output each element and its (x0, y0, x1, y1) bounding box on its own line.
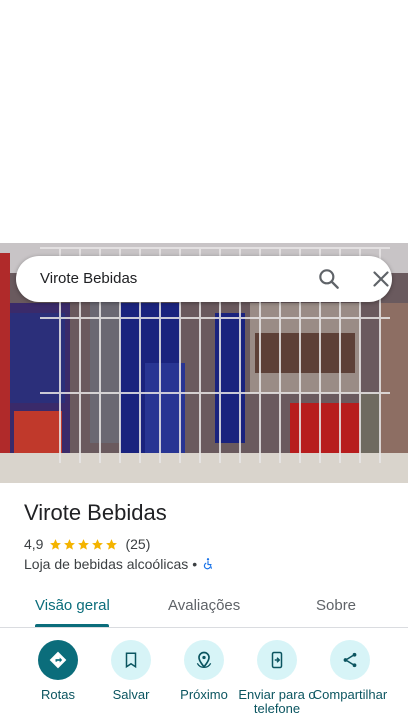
nearby-circle (184, 640, 224, 680)
directions-icon (49, 651, 67, 669)
nearby-icon (196, 651, 212, 669)
save-label: Salvar (112, 687, 150, 702)
bookmark-icon (125, 652, 137, 669)
save-circle (111, 640, 151, 680)
star-icon (78, 538, 90, 550)
send-to-phone-circle (257, 640, 297, 680)
wheelchair-accessible-icon (204, 558, 213, 570)
map-area-blank (0, 0, 408, 243)
place-category: Loja de bebidas alcoólicas (24, 556, 189, 572)
send-to-phone-button[interactable]: Enviar para o telefone (237, 640, 317, 716)
share-label: Compartilhar (312, 687, 388, 702)
share-button[interactable]: Compartilhar (310, 640, 390, 702)
directions-label: Rotas (41, 687, 75, 702)
tab-bar: Visão geral Avaliações Sobre (0, 585, 408, 628)
rating-row[interactable]: 4,9 (25) (24, 536, 150, 552)
star-icon (92, 538, 104, 550)
star-icon (50, 538, 62, 550)
tab-about[interactable]: Sobre (316, 597, 356, 614)
share-circle (330, 640, 370, 680)
share-icon (343, 652, 357, 668)
rating-value: 4,9 (24, 536, 44, 552)
search-input[interactable]: Virote Bebidas (40, 256, 137, 302)
directions-button[interactable]: Rotas (18, 640, 98, 702)
review-count[interactable]: (25) (125, 536, 150, 552)
tab-overview[interactable]: Visão geral (35, 597, 110, 614)
send-to-phone-icon (271, 651, 283, 669)
search-bar[interactable]: Virote Bebidas (16, 256, 392, 302)
star-rating (49, 538, 119, 551)
directions-circle (38, 640, 78, 680)
nearby-label: Próximo (180, 687, 228, 702)
active-tab-indicator (35, 624, 109, 627)
search-icon[interactable] (316, 266, 342, 292)
separator: • (192, 556, 198, 572)
close-icon[interactable] (368, 266, 394, 292)
star-icon (64, 538, 76, 550)
place-title: Virote Bebidas (24, 500, 167, 525)
category-row: Loja de bebidas alcoólicas • (24, 556, 215, 572)
send-to-phone-label: Enviar para o telefone (238, 687, 316, 716)
star-icon (106, 538, 118, 550)
save-button[interactable]: Salvar (91, 640, 171, 702)
tab-reviews[interactable]: Avaliações (168, 597, 240, 614)
action-bar: Rotas Salvar Próximo Enviar para o telef… (0, 640, 408, 726)
nearby-button[interactable]: Próximo (164, 640, 244, 702)
